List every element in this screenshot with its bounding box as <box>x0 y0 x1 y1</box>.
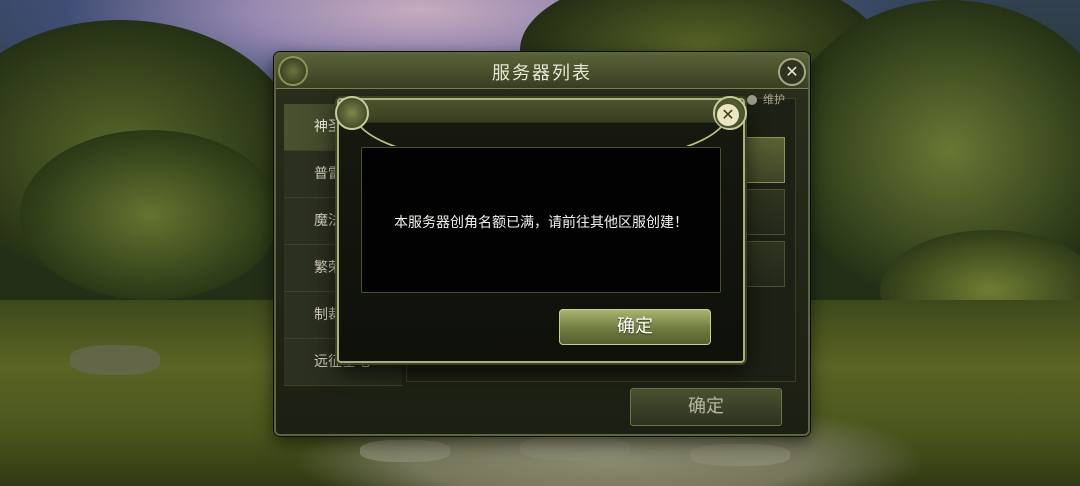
server-list-title: 服务器列表 <box>492 63 592 84</box>
close-icon[interactable]: ✕ <box>715 102 741 128</box>
dialog-header <box>339 100 743 146</box>
server-confirm-button[interactable]: 确定 <box>630 388 782 426</box>
alert-dialog: ✕ 本服务器创角名额已满，请前往其他区服创建！ 确定 <box>335 96 747 363</box>
corner-ornament-icon <box>335 96 369 130</box>
maintenance-dot-icon <box>747 95 757 105</box>
legend-maintenance-label: 维护 <box>763 93 785 106</box>
close-icon[interactable]: ✕ <box>778 58 806 86</box>
dialog-message: 本服务器创角名额已满，请前往其他区服创建！ <box>394 215 688 231</box>
dialog-confirm-button[interactable]: 确定 <box>559 309 711 345</box>
dialog-arch-ornament <box>353 100 729 146</box>
server-list-titlebar: 服务器列表 ✕ <box>276 54 808 89</box>
status-legend: 维护 <box>747 91 785 107</box>
dialog-message-box: 本服务器创角名额已满，请前往其他区服创建！ <box>361 147 721 293</box>
